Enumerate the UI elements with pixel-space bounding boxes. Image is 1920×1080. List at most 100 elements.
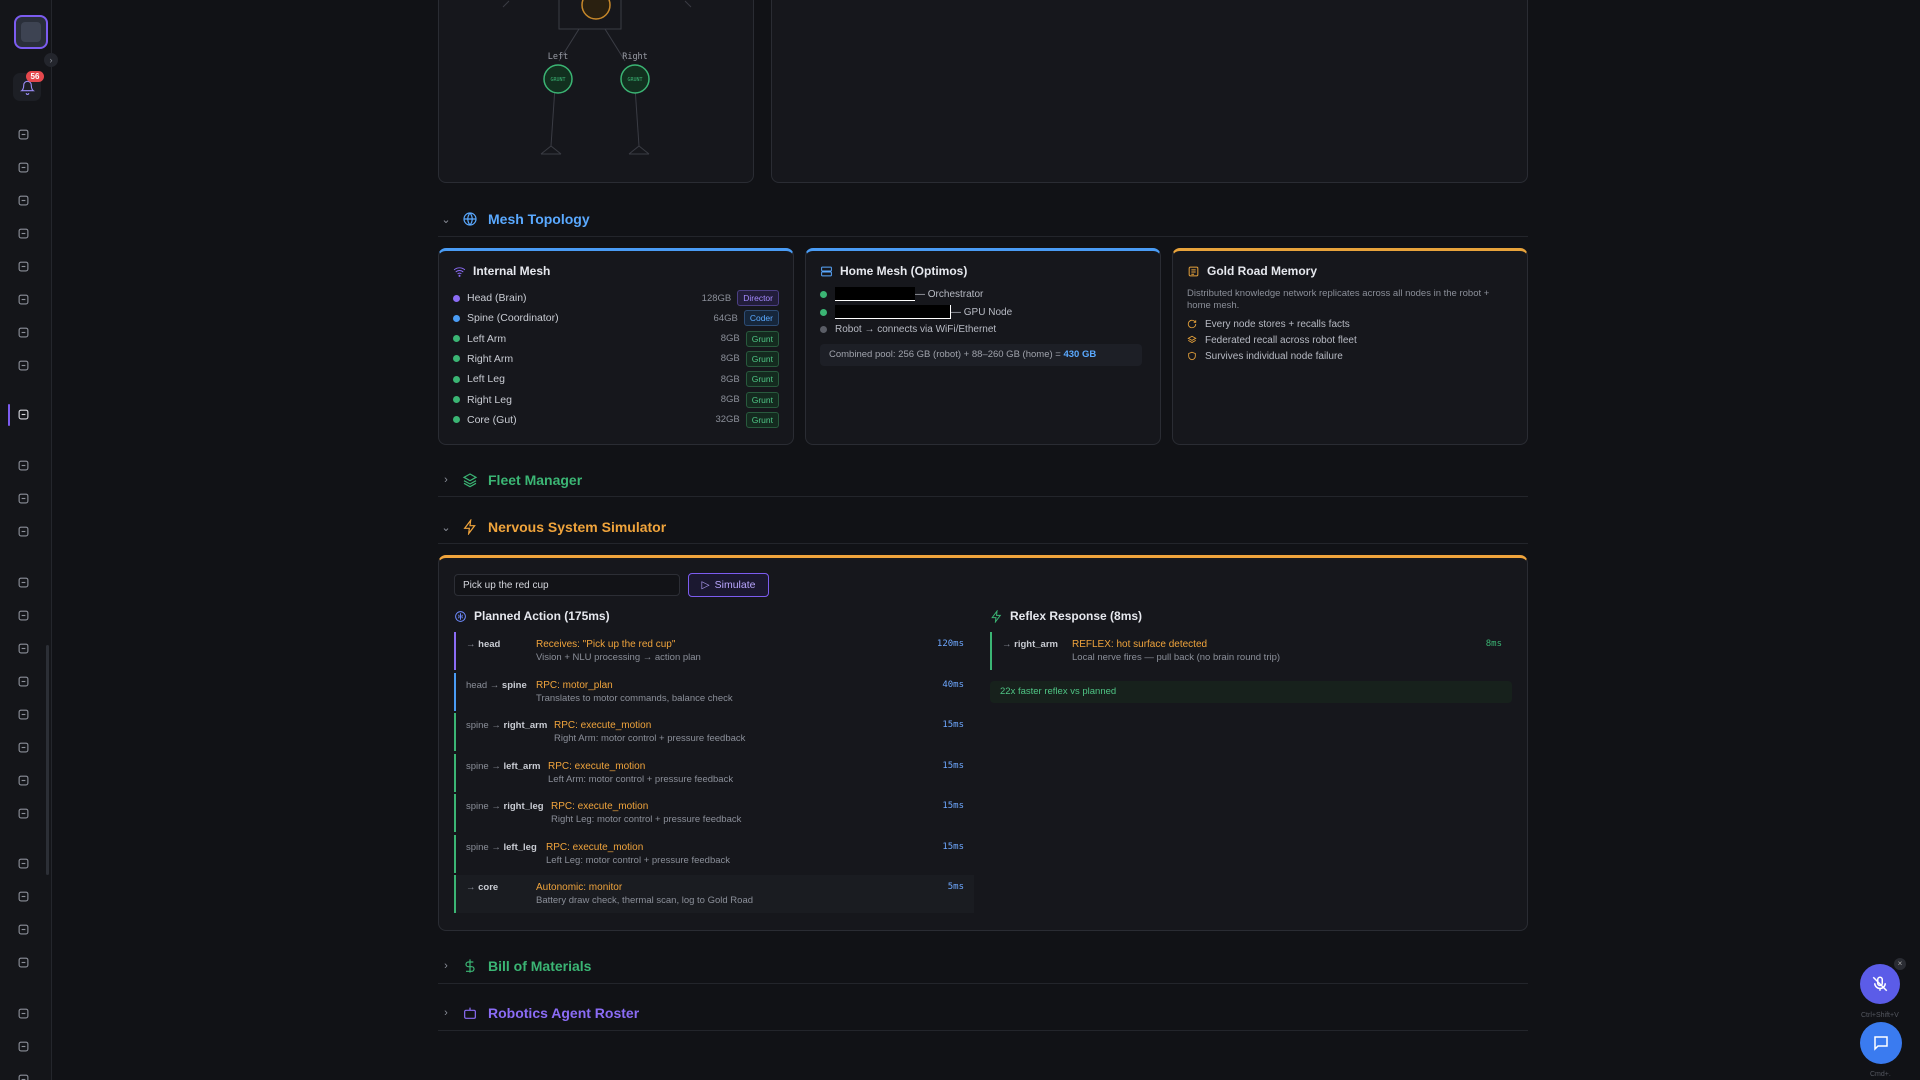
trending-icon[interactable] xyxy=(13,803,33,823)
status-dot xyxy=(453,314,460,322)
mesh-topology-header[interactable]: ⌄ Mesh Topology xyxy=(438,204,1528,234)
scales-icon[interactable] xyxy=(13,853,33,873)
step-action: RPC: execute_motion xyxy=(548,760,646,772)
gold-road-feature: Federated recall across robot fleet xyxy=(1187,333,1357,347)
rocket-icon[interactable] xyxy=(13,157,33,177)
robotics-roster-header[interactable]: › Robotics Agent Roster xyxy=(438,998,1528,1028)
step-route: → head xyxy=(466,639,501,650)
search-icon[interactable] xyxy=(13,605,33,625)
planned-step: head → spine RPC: motor_plan Translates to… xyxy=(454,672,974,711)
planned-step: → head Receives: "Pick up the red cup" Vis… xyxy=(454,632,974,670)
step-route: head → spine xyxy=(466,679,527,691)
robot-icon xyxy=(460,1003,480,1023)
chat-icon xyxy=(1874,1036,1888,1051)
dismiss-voice-button[interactable]: × xyxy=(1894,958,1906,970)
document-icon[interactable] xyxy=(13,919,33,939)
video-alt-icon[interactable] xyxy=(13,355,33,375)
building-icon[interactable] xyxy=(13,124,33,144)
gold-road-heading: Gold Road Memory xyxy=(1187,264,1317,278)
status-dot xyxy=(820,308,827,316)
dollar-icon[interactable] xyxy=(13,737,33,757)
layers-icon xyxy=(460,470,480,490)
left-node-label: GRUNT xyxy=(550,77,565,83)
step-route: spine → right_leg xyxy=(466,801,544,812)
bolt-icon xyxy=(460,517,480,537)
bolt-icon[interactable] xyxy=(13,190,33,210)
box-icon[interactable] xyxy=(13,638,33,658)
feature-text: Survives individual node failure xyxy=(1205,350,1343,362)
mesh-node-row: Left Leg 8GB Grunt xyxy=(453,371,779,388)
server-icon xyxy=(821,266,832,276)
video-icon[interactable] xyxy=(13,322,33,342)
chevron-down-icon: ⌄ xyxy=(441,521,451,534)
reflex-route: → right_arm xyxy=(1002,639,1058,650)
step-action: RPC: execute_motion xyxy=(554,720,652,731)
orchestrator-row: — Orchestrator xyxy=(820,287,983,301)
planned-step: spine → left_leg RPC: execute_motion Left … xyxy=(454,834,974,873)
bill-of-materials-header[interactable]: › Bill of Materials xyxy=(438,951,1528,981)
step-ms: 15ms xyxy=(942,801,964,811)
node-memory: 8GB xyxy=(720,333,740,345)
sidebar-collapse-button[interactable]: › xyxy=(44,53,58,67)
refresh-icon[interactable] xyxy=(13,1036,33,1056)
fleet-manager-title: Fleet Manager xyxy=(488,472,583,488)
users-icon[interactable] xyxy=(13,289,33,309)
role-badge: Grunt xyxy=(745,391,779,408)
step-detail: Vision + NLU processing → action plan xyxy=(536,652,701,663)
gold-road-feature: Every node stores + recalls facts xyxy=(1187,317,1350,331)
simulate-button[interactable]: ▷ Simulate xyxy=(688,573,769,597)
hammer-alt-icon[interactable] xyxy=(13,886,33,906)
step-detail: Right Leg: motor control + pressure feed… xyxy=(551,814,742,825)
divider xyxy=(438,1030,1528,1031)
app-logo[interactable] xyxy=(14,15,48,49)
bolt-alt-icon[interactable] xyxy=(13,952,33,972)
detail-card xyxy=(771,0,1528,183)
feature-text: Every node stores + recalls facts xyxy=(1205,318,1350,330)
step-ms: 15ms xyxy=(942,760,964,771)
hammer-icon[interactable] xyxy=(13,704,33,724)
step-action: RPC: motor_plan xyxy=(536,679,613,691)
gpu-node-label: — GPU Node xyxy=(951,306,1013,318)
fleet-manager-header[interactable]: › Fleet Manager xyxy=(438,465,1528,495)
step-ms: 15ms xyxy=(942,720,964,730)
robot-link-row: Robot → connects via WiFi/Ethernet xyxy=(820,322,996,336)
node-memory: 128GB xyxy=(701,292,732,304)
robot-icon[interactable] xyxy=(13,404,33,424)
nervous-system-header[interactable]: ⌄ Nervous System Simulator xyxy=(438,512,1528,542)
globe-alt-icon[interactable] xyxy=(13,256,33,276)
redacted-hostname xyxy=(835,287,915,301)
hard-hat-icon[interactable] xyxy=(13,488,33,508)
role-badge: Grunt xyxy=(745,411,779,428)
sidebar: › 56 xyxy=(0,0,58,1080)
book-alt-icon[interactable] xyxy=(13,1069,33,1080)
palette-icon[interactable] xyxy=(13,770,33,790)
shirt-icon[interactable] xyxy=(13,455,33,475)
home-mesh-title: Home Mesh (Optimos) xyxy=(840,264,968,278)
simulate-label: Simulate xyxy=(714,579,756,591)
step-action: RPC: execute_motion xyxy=(546,841,644,853)
command-input[interactable] xyxy=(454,574,680,596)
gold-road-feature: Survives individual node failure xyxy=(1187,349,1343,363)
step-ms: 5ms xyxy=(947,882,964,892)
step-detail: Right Arm: motor control + pressure feed… xyxy=(554,733,746,744)
step-route: spine → left_arm xyxy=(466,760,541,772)
node-name: Left Arm xyxy=(467,332,507,345)
globe-icon[interactable] xyxy=(13,223,33,243)
step-route: spine → left_leg xyxy=(466,841,537,853)
car-icon[interactable] xyxy=(13,572,33,592)
wrench-icon[interactable] xyxy=(13,671,33,691)
voice-shortcut-hint: Ctrl+Shift+V xyxy=(1861,1012,1899,1019)
node-name: Head (Brain) xyxy=(467,292,527,304)
bolt-icon xyxy=(991,609,1002,623)
voice-input-button[interactable] xyxy=(1860,964,1900,1004)
refresh-icon xyxy=(1187,319,1197,329)
robot-diagram: GRUNT GRUNT Left Right xyxy=(502,0,692,155)
right-node-label: GRUNT xyxy=(627,77,642,83)
step-route: spine → right_arm xyxy=(466,720,548,731)
package-icon[interactable] xyxy=(13,521,33,541)
node-name: Core (Gut) xyxy=(467,413,517,426)
chat-button[interactable] xyxy=(1860,1022,1902,1064)
memory-icon xyxy=(1188,266,1199,276)
book-icon[interactable] xyxy=(13,1003,33,1023)
sidebar-scrollbar[interactable] xyxy=(46,645,49,875)
